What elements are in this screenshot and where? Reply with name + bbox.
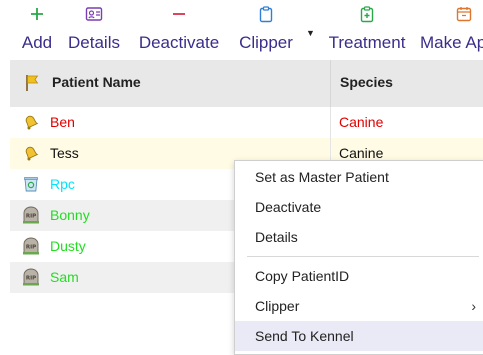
menu-item-send-to-kennel[interactable]: Send To Kennel bbox=[235, 321, 483, 351]
patient-name: Rpc bbox=[50, 176, 75, 192]
menu-item-deactivate[interactable]: Deactivate bbox=[235, 192, 483, 222]
menu-item-clipper-label: Clipper bbox=[255, 298, 300, 314]
patient-name: Ben bbox=[50, 114, 75, 130]
recycle-bin-icon bbox=[22, 175, 40, 193]
clipboard-icon bbox=[236, 6, 296, 28]
add-button[interactable]: Add bbox=[20, 6, 54, 56]
column-header-species[interactable]: Species bbox=[340, 74, 393, 90]
grid-header: Patient Name Species bbox=[10, 60, 483, 108]
menu-item-copy-patient-id[interactable]: Copy PatientID bbox=[235, 261, 483, 291]
add-label: Add bbox=[21, 33, 53, 52]
clipper-dropdown-arrow-icon[interactable]: ▼ bbox=[306, 28, 315, 38]
flag-icon bbox=[24, 74, 40, 97]
column-divider bbox=[330, 107, 331, 138]
menu-item-details[interactable]: Details bbox=[235, 222, 483, 252]
chevron-right-icon: › bbox=[471, 298, 476, 314]
patient-name: Bonny bbox=[50, 207, 90, 223]
patient-name: Dusty bbox=[50, 238, 86, 254]
treatment-label: Treatment bbox=[328, 33, 406, 52]
table-row[interactable]: Ben Canine bbox=[10, 107, 483, 138]
context-menu: Set as Master Patient Deactivate Details… bbox=[234, 160, 483, 355]
plus-icon bbox=[20, 6, 54, 28]
patient-name: Sam bbox=[50, 269, 79, 285]
menu-separator bbox=[247, 256, 479, 257]
treatment-button[interactable]: Treatment bbox=[325, 6, 409, 56]
clipper-label: Clipper bbox=[239, 33, 293, 52]
bell-icon bbox=[22, 113, 40, 131]
deactivate-button[interactable]: Deactivate bbox=[133, 6, 225, 56]
column-divider bbox=[330, 60, 331, 107]
svg-text:RIP: RIP bbox=[26, 214, 36, 220]
medical-clipboard-icon bbox=[325, 6, 409, 28]
rip-gravestone-icon: RIP bbox=[22, 237, 40, 255]
deactivate-label: Deactivate bbox=[138, 33, 220, 52]
patient-species: Canine bbox=[339, 114, 384, 130]
make-appointment-button[interactable]: Make Ap bbox=[420, 6, 483, 56]
details-label: Details bbox=[68, 33, 120, 52]
make-appointment-label: Make Ap bbox=[420, 33, 483, 52]
patient-name: Tess bbox=[50, 145, 79, 161]
rip-gravestone-icon: RIP bbox=[22, 268, 40, 286]
clipper-button[interactable]: Clipper bbox=[236, 6, 296, 56]
bell-icon bbox=[22, 144, 40, 162]
rip-gravestone-icon: RIP bbox=[22, 206, 40, 224]
menu-item-set-as-master-patient[interactable]: Set as Master Patient bbox=[235, 162, 483, 192]
menu-item-clipper[interactable]: Clipper › bbox=[235, 291, 483, 321]
calendar-icon bbox=[456, 6, 483, 28]
minus-icon bbox=[133, 6, 225, 28]
patient-species: Canine bbox=[339, 145, 384, 161]
svg-text:RIP: RIP bbox=[26, 245, 36, 251]
details-button[interactable]: Details bbox=[65, 6, 123, 56]
svg-text:RIP: RIP bbox=[26, 276, 36, 282]
column-header-patient-name[interactable]: Patient Name bbox=[52, 74, 141, 90]
toolbar: Add Details Deactivate Clipper ▼ Treatme… bbox=[0, 0, 483, 60]
id-card-icon bbox=[65, 6, 123, 28]
